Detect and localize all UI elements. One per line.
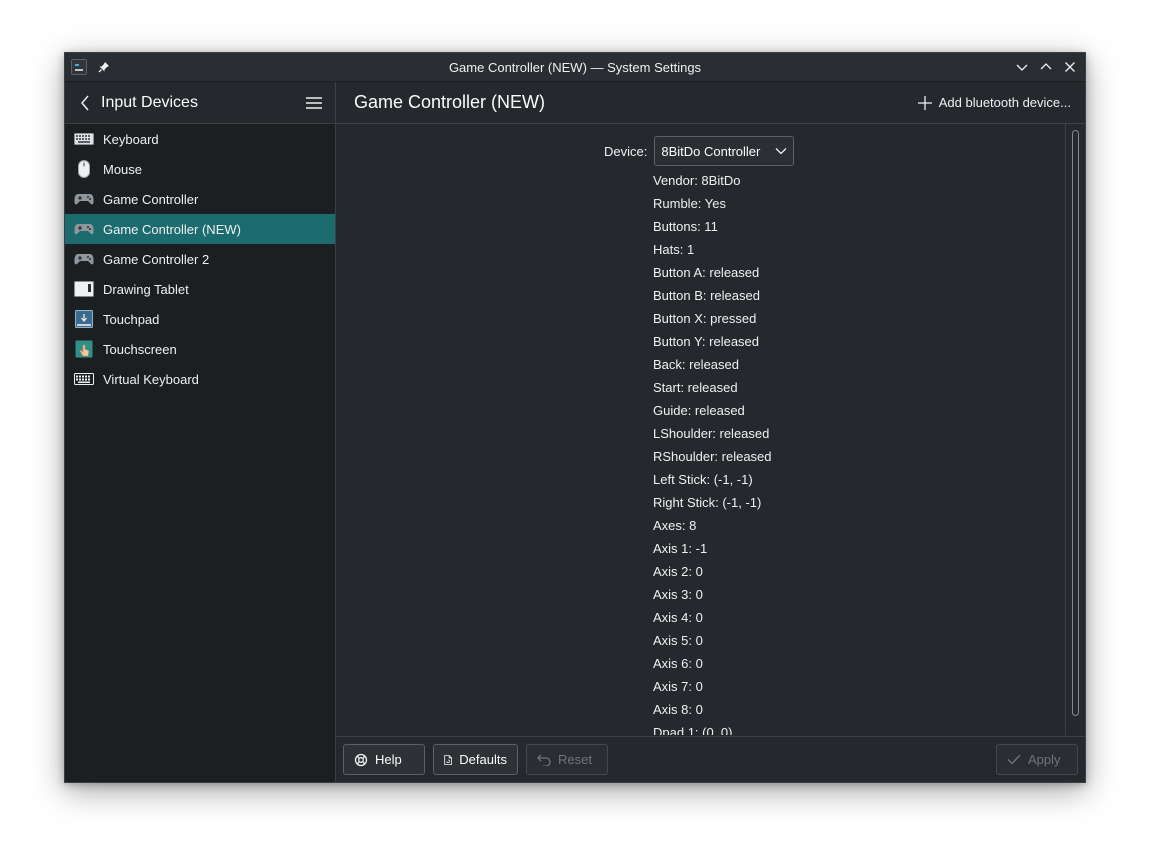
sidebar-item-touchpad[interactable]: Touchpad [65,304,335,334]
maximize-icon[interactable] [1037,58,1055,76]
app-icon[interactable] [71,59,87,75]
reset-button[interactable]: Reset [526,744,608,775]
device-row: Device: 8BitDo Controller [604,136,795,166]
defaults-button[interactable]: Defaults [433,744,518,775]
footer-bar: Help Defaults Reset Apply [336,736,1085,782]
sidebar-item-label: Mouse [103,161,143,177]
info-axes: Axes: 8 [653,518,697,533]
info-back: Back: released [653,357,739,372]
sidebar-item-label: Drawing Tablet [103,281,189,297]
sidebar-item-label: Keyboard [103,131,159,147]
info-dpad-1: Dpad 1: (0, 0) [653,725,733,735]
device-select[interactable]: 8BitDo Controller [654,136,795,166]
sidebar-list: Keyboard Mouse Game Controller Game Cont… [65,124,335,394]
document-icon [444,754,453,765]
touchpad-icon [74,309,94,329]
info-axis-7: Axis 7: 0 [653,679,703,694]
device-select-value: 8BitDo Controller [661,143,761,159]
info-axis-5: Axis 5: 0 [653,633,703,648]
info-rumble: Rumble: Yes [653,196,726,211]
gamepad-icon [74,249,94,269]
controller-info-list: Vendor: 8BitDo Rumble: Yes Buttons: 11 H… [653,169,772,735]
info-guide: Guide: released [653,403,745,418]
info-buttons: Buttons: 11 [653,219,718,234]
info-rshoulder: RShoulder: released [653,449,772,464]
back-arrow-icon[interactable] [77,95,93,111]
info-button-x: Button X: pressed [653,311,757,326]
sidebar-item-game-controller[interactable]: Game Controller [65,184,335,214]
sidebar-item-drawing-tablet[interactable]: Drawing Tablet [65,274,335,304]
info-left-stick: Left Stick: (-1, -1) [653,472,753,487]
defaults-label: Defaults [459,752,507,767]
titlebar[interactable]: Game Controller (NEW) — System Settings [65,53,1085,82]
window-title: Game Controller (NEW) — System Settings [448,59,702,75]
sidebar-header: Input Devices [65,82,335,124]
add-bluetooth-device-button[interactable]: Add bluetooth device... [917,95,1071,110]
info-axis-1: Axis 1: -1 [653,541,708,556]
sidebar: Input Devices Keyboard Mouse Game Contro… [65,82,336,782]
sidebar-item-label: Touchscreen [103,341,177,357]
sidebar-item-touchscreen[interactable]: Touchscreen [65,334,335,364]
add-bluetooth-label: Add bluetooth device... [938,95,1071,110]
sidebar-item-game-controller-new[interactable]: Game Controller (NEW) [65,214,335,244]
virtual-keyboard-icon [74,369,94,389]
mouse-icon [74,159,94,179]
undo-icon [537,754,551,766]
sidebar-heading: Input Devices [101,93,198,111]
help-button[interactable]: Help [343,744,425,775]
sidebar-item-game-controller-2[interactable]: Game Controller 2 [65,244,335,274]
help-icon [354,753,368,766]
info-axis-2: Axis 2: 0 [653,564,703,579]
main-panel: Game Controller (NEW) Add bluetooth devi… [336,82,1085,782]
sidebar-item-label: Virtual Keyboard [103,371,199,387]
pin-icon[interactable] [97,60,111,74]
close-icon[interactable] [1061,58,1079,76]
controller-info-area[interactable]: Device: 8BitDo Controller Vendor: 8BitDo… [336,124,1065,735]
info-hats: Hats: 1 [653,242,695,257]
hamburger-menu-icon[interactable] [305,94,323,112]
minimize-icon[interactable] [1013,58,1031,76]
sidebar-item-mouse[interactable]: Mouse [65,154,335,184]
page-title: Game Controller (NEW) [354,92,546,112]
info-axis-4: Axis 4: 0 [653,610,703,625]
keyboard-icon [74,129,94,149]
sidebar-item-label: Game Controller 2 [103,251,210,267]
info-button-b: Button B: released [653,288,760,303]
info-right-stick: Right Stick: (-1, -1) [653,495,762,510]
sidebar-item-label: Game Controller (NEW) [103,221,241,237]
info-axis-6: Axis 6: 0 [653,656,703,671]
info-vendor: Vendor: 8BitDo [653,173,741,188]
scrollbar-thumb[interactable] [1072,130,1079,716]
sidebar-item-label: Game Controller [103,191,199,207]
plus-icon [917,95,932,110]
main-header: Game Controller (NEW) Add bluetooth devi… [336,82,1085,124]
gamepad-icon [74,189,94,209]
gamepad-icon [74,219,94,239]
info-axis-8: Axis 8: 0 [653,702,703,717]
info-button-a: Button A: released [653,265,760,280]
info-start: Start: released [653,380,738,395]
info-axis-3: Axis 3: 0 [653,587,703,602]
system-settings-window: Game Controller (NEW) — System Settings … [64,52,1086,783]
sidebar-item-keyboard[interactable]: Keyboard [65,124,335,154]
info-lshoulder: LShoulder: released [653,426,770,441]
reset-label: Reset [558,752,592,767]
checkmark-icon [1007,754,1021,765]
info-button-y: Button Y: released [653,334,760,349]
vertical-scrollbar[interactable] [1065,124,1085,735]
chevron-down-icon [775,148,787,155]
device-label: Device: [604,143,648,159]
help-label: Help [375,752,402,767]
tablet-icon [74,279,94,299]
sidebar-item-label: Touchpad [103,311,160,327]
apply-label: Apply [1028,752,1061,767]
sidebar-item-virtual-keyboard[interactable]: Virtual Keyboard [65,364,335,394]
touchscreen-icon [74,339,94,359]
apply-button[interactable]: Apply [996,744,1078,775]
